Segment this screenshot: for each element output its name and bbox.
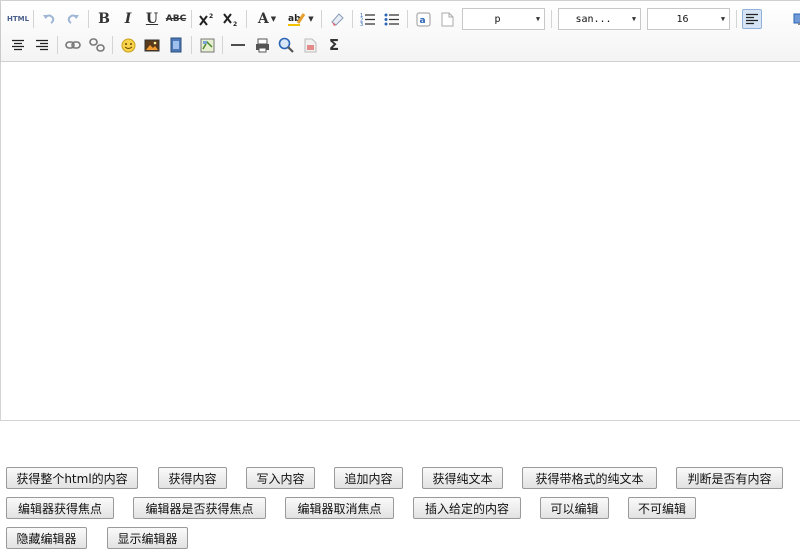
align-left-icon[interactable] <box>742 9 762 29</box>
chevron-down-icon: ▼ <box>631 15 637 23</box>
sigma-icon[interactable]: Σ <box>324 35 344 55</box>
align-center-icon[interactable] <box>8 35 28 55</box>
bold-icon[interactable]: B <box>94 9 114 29</box>
toolbar-separator <box>57 36 58 54</box>
unordered-list-icon[interactable] <box>382 9 402 29</box>
toolbar-row-2: Σ <box>6 34 346 56</box>
ordered-list-icon[interactable]: 123 <box>358 9 378 29</box>
emoticon-icon[interactable] <box>118 35 138 55</box>
toolbar-separator <box>407 10 408 28</box>
align-right-icon[interactable] <box>32 35 52 55</box>
subscript-icon[interactable]: 2 <box>221 9 241 29</box>
toolbar-separator <box>88 10 89 28</box>
italic-icon[interactable]: I <box>118 9 138 29</box>
set-content-button[interactable]: 写入内容 <box>246 467 315 489</box>
disable-editing-button[interactable]: 不可编辑 <box>628 497 696 519</box>
enable-editing-button[interactable]: 可以编辑 <box>540 497 609 519</box>
undo-icon[interactable] <box>39 9 59 29</box>
toolbar-separator <box>736 10 737 28</box>
svg-text:2: 2 <box>209 13 213 20</box>
toolbar-separator <box>222 36 223 54</box>
focus-editor-button[interactable]: 编辑器获得焦点 <box>6 497 114 519</box>
map-icon[interactable] <box>197 35 217 55</box>
has-contents-button[interactable]: 判断是否有内容 <box>676 467 783 489</box>
image-icon[interactable] <box>142 35 162 55</box>
chevron-down-icon: ▼ <box>535 15 541 23</box>
video-icon[interactable] <box>166 35 186 55</box>
link-icon[interactable] <box>63 35 83 55</box>
toolbar-separator <box>33 10 34 28</box>
toolbar-row-1: HTML B I U ABC 2 2 A ▼ ab ▼ 1 2 3 a p ▼ … <box>6 8 800 30</box>
get-all-html-button[interactable]: 获得整个html的内容 <box>6 467 138 489</box>
blur-editor-button[interactable]: 编辑器取消焦点 <box>285 497 394 519</box>
font-color-icon[interactable]: A ▼ <box>252 9 282 29</box>
toolbar-separator <box>112 36 113 54</box>
superscript-icon[interactable]: 2 <box>197 9 217 29</box>
highlight-color-icon[interactable]: ab ▼ <box>286 9 316 29</box>
editor-toolbar: HTML B I U ABC 2 2 A ▼ ab ▼ 1 2 3 a p ▼ … <box>1 1 800 62</box>
is-focused-button[interactable]: 编辑器是否获得焦点 <box>133 497 266 519</box>
redo-icon[interactable] <box>63 9 83 29</box>
preview-icon[interactable] <box>276 35 296 55</box>
print-icon[interactable] <box>252 35 272 55</box>
chevron-down-icon: ▼ <box>270 15 277 23</box>
rich-text-editor: HTML B I U ABC 2 2 A ▼ ab ▼ 1 2 3 a p ▼ … <box>0 0 800 421</box>
anchor-icon[interactable]: a <box>413 9 433 29</box>
toolbar-separator <box>191 10 192 28</box>
underline-icon[interactable]: U <box>142 9 162 29</box>
get-plain-text-button[interactable]: 获得纯文本 <box>422 467 503 489</box>
paste-plain-icon[interactable] <box>437 9 457 29</box>
font-size-select[interactable]: 16 ▼ <box>647 8 730 30</box>
toolbar-separator <box>551 10 552 28</box>
html-source-icon[interactable]: HTML <box>7 9 29 29</box>
svg-text:2: 2 <box>233 21 237 26</box>
font-family-select[interactable]: san... ▼ <box>558 8 641 30</box>
chevron-down-icon: ▼ <box>720 15 726 23</box>
hide-editor-button[interactable]: 隐藏编辑器 <box>6 527 87 549</box>
toolbar-separator <box>191 36 192 54</box>
show-editor-button[interactable]: 显示编辑器 <box>107 527 188 549</box>
get-formatted-plain-text-button[interactable]: 获得带格式的纯文本 <box>522 467 657 489</box>
unlink-icon[interactable] <box>87 35 107 55</box>
clear-document-icon[interactable] <box>300 35 320 55</box>
strikethrough-icon[interactable]: ABC <box>166 9 186 29</box>
append-content-button[interactable]: 追加内容 <box>334 467 403 489</box>
paragraph-format-select[interactable]: p ▼ <box>462 8 545 30</box>
toolbar-separator <box>352 10 353 28</box>
horizontal-rule-icon[interactable] <box>228 35 248 55</box>
eraser-icon[interactable] <box>327 9 347 29</box>
svg-text:a: a <box>419 16 425 26</box>
toolbar-separator <box>246 10 247 28</box>
chevron-down-icon: ▼ <box>308 15 314 23</box>
svg-text:3: 3 <box>360 22 363 26</box>
toolbar-separator <box>321 10 322 28</box>
fullscreen-icon[interactable] <box>790 9 800 29</box>
insert-given-content-button[interactable]: 插入给定的内容 <box>413 497 521 519</box>
editor-content-area[interactable] <box>1 62 800 420</box>
get-content-button[interactable]: 获得内容 <box>158 467 227 489</box>
